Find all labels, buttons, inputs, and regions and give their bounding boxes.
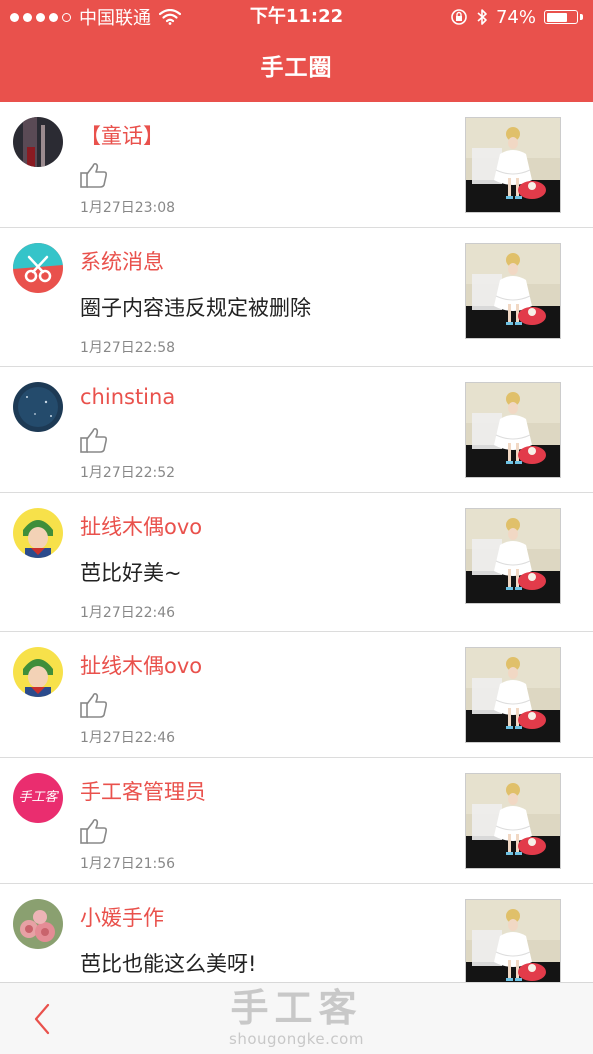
battery-icon <box>544 10 578 24</box>
watermark-domain: shougongke.com <box>229 1030 364 1048</box>
comment-text: 芭比也能这么美呀! <box>80 952 257 976</box>
status-bar: 中国联通 74% <box>0 0 593 34</box>
post-thumbnail[interactable] <box>465 508 561 604</box>
carrier-name: 中国联通 <box>79 8 151 29</box>
avatar[interactable] <box>13 899 63 949</box>
avatar[interactable] <box>13 508 63 558</box>
username-link[interactable]: 系统消息 <box>80 246 164 276</box>
feed-item[interactable]: chinstina 1月27日22:52 <box>0 367 593 493</box>
username-link[interactable]: 扯线木偶ovo <box>80 650 202 680</box>
thumbs-up-icon <box>79 160 109 190</box>
thumbs-up-icon <box>79 816 109 846</box>
feed-item[interactable]: 扯线木偶ovo 芭比好美~ 1月27日22:46 <box>0 493 593 632</box>
timestamp: 1月27日22:58 <box>80 340 176 356</box>
feed-item[interactable]: 【童话】 1月27日23:08 <box>0 102 593 228</box>
avatar[interactable] <box>13 647 63 697</box>
username-link[interactable]: chinstina <box>80 385 175 409</box>
comment-text: 芭比好美~ <box>80 561 182 585</box>
feed-item[interactable]: 小媛手作芭比也能这么美呀! <box>0 884 593 982</box>
timestamp: 1月27日22:46 <box>80 605 176 621</box>
post-thumbnail[interactable] <box>465 899 561 982</box>
watermark-logo-text: 手工客 <box>230 986 363 1030</box>
feed-item[interactable]: 系统消息圈子内容违反规定被删除 1月27日22:58 <box>0 228 593 367</box>
timestamp: 1月27日22:52 <box>80 465 176 481</box>
status-right: 74% <box>440 7 593 28</box>
avatar[interactable] <box>13 243 63 293</box>
timestamp: 1月27日21:56 <box>80 856 176 872</box>
username-link[interactable]: 手工客管理员 <box>80 776 206 806</box>
battery-tip <box>580 14 583 20</box>
wifi-icon <box>159 9 181 25</box>
avatar[interactable] <box>13 117 63 167</box>
back-button[interactable] <box>20 997 64 1041</box>
timestamp: 1月27日23:08 <box>80 200 176 216</box>
top-bar: 中国联通 74% 下午11:22 手工圈 <box>0 0 593 102</box>
username-link[interactable]: 扯线木偶ovo <box>80 511 202 541</box>
watermark: 手工客 shougongke.com <box>0 986 593 1048</box>
signal-strength-icon <box>10 12 71 22</box>
app-root: 中国联通 74% 下午11:22 手工圈 【童话】 1月27日23:08 系统消… <box>0 0 593 1054</box>
avatar[interactable]: 手工客 <box>13 773 63 823</box>
thumbs-up-icon <box>79 425 109 455</box>
username-link[interactable]: 小媛手作 <box>80 902 164 932</box>
feed-item[interactable]: 扯线木偶ovo 1月27日22:46 <box>0 632 593 758</box>
post-thumbnail[interactable] <box>465 647 561 743</box>
avatar-logo-text: 手工客 <box>18 790 58 805</box>
activity-feed: 【童话】 1月27日23:08 系统消息圈子内容违反规定被删除 1月27日22:58 c… <box>0 102 593 982</box>
rotation-lock-icon <box>451 9 467 25</box>
timestamp: 1月27日22:46 <box>80 730 176 746</box>
post-thumbnail[interactable] <box>465 773 561 869</box>
feed-item[interactable]: 手工客 手工客管理员 1月27日21:56 <box>0 758 593 884</box>
status-left: 中国联通 <box>0 4 191 30</box>
thumbs-up-icon <box>79 690 109 720</box>
battery-percent: 74% <box>495 6 536 28</box>
post-thumbnail[interactable] <box>465 117 561 213</box>
post-thumbnail[interactable] <box>465 382 561 478</box>
username-link[interactable]: 【童话】 <box>80 120 164 150</box>
post-thumbnail[interactable] <box>465 243 561 339</box>
bottom-bar: 手工客 shougongke.com <box>0 982 593 1054</box>
bluetooth-icon <box>477 9 487 25</box>
chevron-left-icon <box>34 1003 50 1035</box>
avatar[interactable] <box>13 382 63 432</box>
page-title: 手工圈 <box>260 55 333 81</box>
comment-text: 圈子内容违反规定被删除 <box>80 296 311 320</box>
